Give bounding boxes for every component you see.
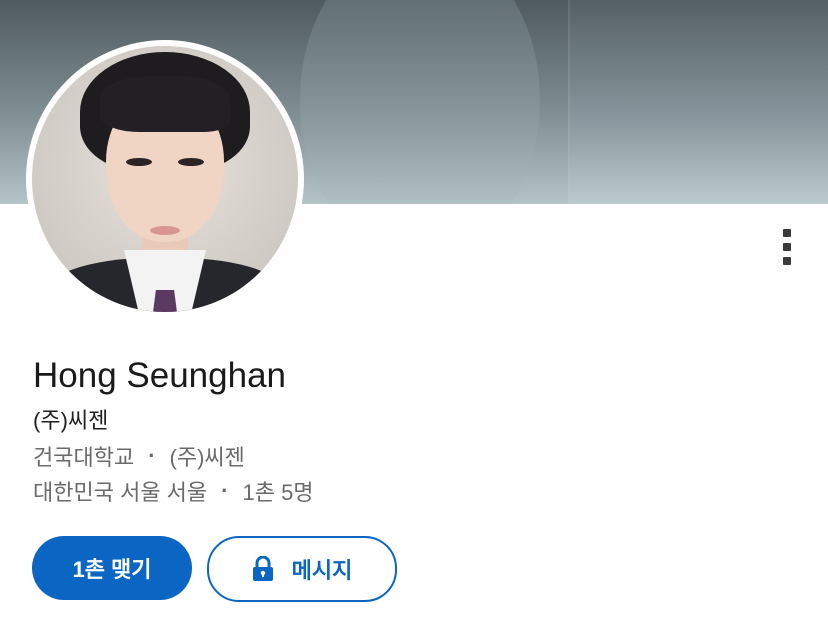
connect-button-label: 1촌 맺기 (72, 557, 152, 582)
connections-count[interactable]: 1촌 5명 (242, 475, 313, 507)
location-text: 대한민국 서울 서울 (33, 480, 208, 505)
cover-panel (570, 0, 828, 204)
profile-name: Hong Seunghan (33, 356, 286, 395)
lock-icon (252, 556, 273, 581)
connect-button[interactable]: 1촌 맺기 (32, 536, 192, 600)
separator-dot: · (148, 443, 156, 468)
current-company[interactable]: (주)씨젠 (170, 440, 245, 472)
profile-headline: (주)씨젠 (33, 408, 109, 433)
avatar-photo (32, 46, 298, 312)
education-school[interactable]: 건국대학교 (33, 440, 134, 472)
message-button[interactable]: 메시지 (207, 536, 397, 602)
message-button-label: 메시지 (291, 558, 353, 583)
avatar[interactable] (26, 40, 304, 318)
cover-arc (300, 0, 540, 204)
location-connections-line: 대한민국 서울 서울 · 1촌 5명 (33, 475, 314, 507)
separator-dot: · (221, 478, 229, 503)
education-company-line: 건국대학교 · (주)씨젠 (33, 440, 245, 472)
profile-page: Hong Seunghan (주)씨젠 건국대학교 · (주)씨젠 대한민국 서… (0, 0, 828, 627)
more-vertical-icon[interactable] (770, 220, 804, 274)
